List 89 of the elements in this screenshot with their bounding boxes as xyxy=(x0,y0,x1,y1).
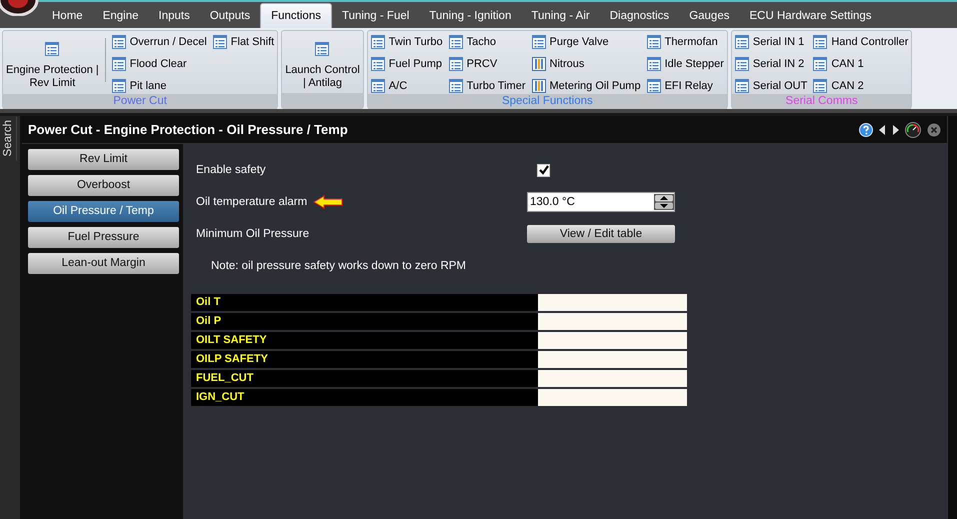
ribbon-large-button[interactable]: Engine Protection | Rev Limit xyxy=(6,34,99,94)
list-icon xyxy=(370,35,385,49)
ribbon-tab[interactable]: Inputs xyxy=(148,4,200,28)
list-icon xyxy=(646,35,661,49)
close-icon[interactable] xyxy=(927,122,941,136)
list-icon xyxy=(45,42,60,56)
ribbon-item[interactable]: Twin Turbo xyxy=(370,34,443,50)
spinner-icon[interactable] xyxy=(654,194,674,210)
table-cell: OILT SAFETY xyxy=(191,332,538,349)
forward-arrow-icon[interactable] xyxy=(892,124,899,134)
group-label: Serial Comms xyxy=(786,95,858,107)
ribbon-tab[interactable]: Diagnostics xyxy=(600,4,680,28)
ribbon-tab[interactable]: Tuning - Ignition xyxy=(419,4,522,28)
ribbon-tab[interactable]: Home xyxy=(42,4,93,28)
ribbon-tab[interactable]: Engine xyxy=(92,4,148,28)
list-icon xyxy=(813,57,828,71)
view-edit-table-button[interactable]: View / Edit table xyxy=(527,225,675,243)
ribbon-item[interactable]: Turbo Timer xyxy=(448,78,526,94)
nav-button[interactable]: Rev Limit xyxy=(28,149,179,170)
list-icon xyxy=(813,35,828,49)
back-arrow-icon[interactable] xyxy=(879,124,886,134)
group-label: Special Functions xyxy=(502,95,593,107)
list-icon xyxy=(370,57,385,71)
list-icon xyxy=(734,57,749,71)
list-icon xyxy=(315,42,330,56)
table-cell: Oil P xyxy=(191,313,538,330)
ribbon-item[interactable]: Pit lane xyxy=(112,78,207,94)
logo-icon xyxy=(0,0,40,16)
list-icon xyxy=(646,57,661,71)
table-cell: FUEL_CUT xyxy=(191,370,538,387)
setting-label: Enable safety xyxy=(196,164,266,176)
ribbon-item[interactable]: Metering Oil Pump xyxy=(532,78,641,94)
help-icon[interactable] xyxy=(859,122,873,136)
note-text: Note: oil pressure safety works down to zero RPM xyxy=(211,260,468,274)
ribbon-tab[interactable]: Outputs xyxy=(200,4,260,28)
list-icon xyxy=(212,35,227,49)
ribbon-tab[interactable]: ECU Hardware Settings xyxy=(739,4,882,28)
nav-button[interactable]: Oil Pressure / Temp xyxy=(28,201,179,222)
ribbon-item[interactable]: Purge Valve xyxy=(532,34,641,50)
list-icon xyxy=(112,35,126,49)
ribbon-item[interactable]: Overrun / Decel xyxy=(112,34,207,50)
list-icon xyxy=(813,79,828,93)
ribbon-large-button[interactable]: Launch Control | Antilag xyxy=(285,34,360,93)
nav-button[interactable]: Overboost xyxy=(28,175,179,196)
ribbon-tab[interactable]: Tuning - Fuel xyxy=(332,4,420,28)
list-icon xyxy=(448,57,463,71)
ribbon-item[interactable]: Idle Stepper xyxy=(646,56,724,72)
checkbox[interactable] xyxy=(537,164,550,176)
setting-label: Oil temperature alarm xyxy=(196,196,308,208)
ribbon-item[interactable]: Serial OUT xyxy=(734,78,808,94)
gauge-icon[interactable] xyxy=(905,122,921,138)
ribbon-item[interactable]: Hand Controller xyxy=(813,34,908,50)
list-icon xyxy=(734,35,749,49)
number-field[interactable]: 130.0 °C xyxy=(527,192,675,212)
ribbon-tab[interactable]: Gauges xyxy=(679,4,740,28)
ribbon-item[interactable]: CAN 2 xyxy=(813,78,908,94)
nav-button[interactable]: Lean-out Margin xyxy=(28,253,179,274)
ribbon-item[interactable]: A/C xyxy=(370,78,443,94)
ribbon-item[interactable]: CAN 1 xyxy=(813,56,908,72)
ribbon-item[interactable]: Serial IN 1 xyxy=(734,34,808,50)
setting-label: Minimum Oil Pressure xyxy=(196,228,310,240)
table-cell: OILP SAFETY xyxy=(191,351,538,368)
ribbon-item[interactable]: PRCV xyxy=(448,56,526,72)
ribbon-item[interactable]: Fuel Pump xyxy=(370,56,443,72)
ribbon-item[interactable]: Nitrous xyxy=(532,56,641,72)
group-label: Power Cut xyxy=(113,95,167,107)
ribbon-item[interactable]: Tacho xyxy=(448,34,526,50)
ribbon-item[interactable]: Thermofan xyxy=(646,34,724,50)
table-cell: IGN_CUT xyxy=(191,389,538,406)
nav-button[interactable]: Fuel Pressure xyxy=(28,227,179,248)
ribbon-item[interactable]: EFI Relay xyxy=(646,78,724,94)
list-icon xyxy=(112,79,126,93)
panel-title: Power Cut - Engine Protection - Oil Pressure / Temp xyxy=(28,122,349,137)
list-icon xyxy=(532,35,546,49)
ribbon-tab[interactable]: Functions xyxy=(260,3,332,28)
table-cell: Oil T xyxy=(191,294,538,311)
table-icon xyxy=(532,57,546,71)
list-icon xyxy=(734,79,749,93)
ribbon-item[interactable]: Serial IN 2 xyxy=(734,56,808,72)
list-icon xyxy=(448,35,463,49)
ribbon-tab[interactable]: Tuning - Air xyxy=(521,4,600,28)
list-icon xyxy=(646,79,661,93)
list-icon xyxy=(112,57,126,71)
list-icon xyxy=(448,79,463,93)
search-tab[interactable]: Search xyxy=(0,116,17,160)
list-icon xyxy=(370,79,385,93)
ribbon-item[interactable]: Flood Clear xyxy=(112,56,207,72)
ribbon-item[interactable]: Flat Shift xyxy=(212,34,274,50)
table-icon xyxy=(532,79,546,93)
